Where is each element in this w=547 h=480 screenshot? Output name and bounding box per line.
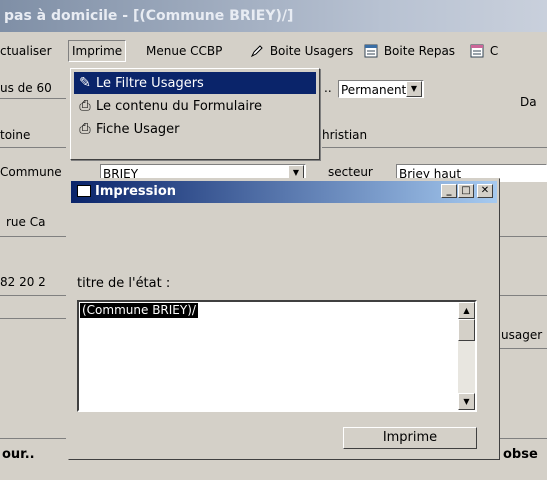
menu-imprime[interactable]: Imprime [68, 40, 127, 62]
imprime-button[interactable]: Imprime [343, 427, 477, 449]
scroll-thumb[interactable] [458, 319, 475, 341]
minimize-button[interactable]: _ [441, 184, 457, 198]
scroll-down-icon[interactable]: ▼ [458, 393, 475, 410]
selected-text: (Commune BRIEY)/ [80, 303, 198, 318]
field-adresse: rue Ca [6, 215, 46, 229]
window-title-bar: pas à domicile - [(Commune BRIEY)/] [0, 0, 547, 32]
list-icon [364, 44, 378, 58]
divider [0, 318, 66, 319]
menu-item-contenu-formulaire[interactable]: ⎙ Le contenu du Formulaire [74, 95, 316, 117]
menu-boite-repas[interactable]: Boite Repas [364, 41, 455, 61]
bottom-right-label: obse [503, 447, 538, 462]
vertical-scrollbar[interactable]: ▲ ▼ [458, 302, 475, 410]
menu-actualiser[interactable]: ctualiser [0, 41, 52, 61]
chevron-down-icon[interactable]: ▼ [406, 81, 422, 97]
divider [500, 438, 547, 439]
divider [0, 98, 66, 99]
close-button[interactable]: ✕ [477, 184, 493, 198]
window-title: pas à domicile - [(Commune BRIEY)/] [4, 8, 294, 24]
impression-dialog: Impression _ □ ✕ titre de l'état : (Comm… [68, 178, 500, 460]
field-date-label: Da [520, 95, 537, 109]
titre-etat-label: titre de l'état : [77, 276, 171, 291]
divider [0, 295, 66, 296]
printer-icon: ⎙ [79, 121, 91, 137]
divider [500, 236, 547, 237]
divider [0, 438, 66, 439]
menu-boite-usagers[interactable]: Boite Usagers [250, 41, 353, 61]
divider [0, 236, 66, 237]
list-icon [470, 44, 484, 58]
menu-item-fiche-usager[interactable]: ⎙ Fiche Usager [74, 118, 316, 140]
pen-icon [250, 45, 263, 58]
maximize-button[interactable]: □ [458, 184, 474, 198]
field-dots: .. [324, 81, 332, 95]
field-telephone: 82 20 2 [0, 275, 46, 289]
pen-icon: ✎ [79, 75, 91, 91]
menu-item-filtre-usagers[interactable]: ✎ Le Filtre Usagers [74, 72, 316, 94]
divider [500, 295, 547, 296]
titre-etat-textarea[interactable]: (Commune BRIEY)/ ▲ ▼ [77, 300, 477, 412]
menu-bar: ctualiser Imprime Menue CCBP Boite Usage… [0, 33, 547, 67]
field-nom: hristian [322, 128, 368, 142]
field-prenom: toine [0, 128, 31, 142]
commune-label: Commune [0, 165, 62, 179]
menu-ccbp[interactable]: Menue CCBP [146, 41, 222, 61]
divider [500, 348, 547, 349]
dialog-title-bar[interactable]: Impression _ □ ✕ [71, 181, 497, 203]
divider [0, 147, 66, 148]
printer-icon: ⎙ [79, 98, 91, 114]
field-age-label: us de 60 [0, 81, 52, 95]
bottom-left-label: our.. [2, 447, 35, 462]
dialog-title: Impression [95, 184, 177, 199]
menu-c[interactable]: C [470, 41, 498, 61]
form-icon [77, 185, 91, 197]
field-usager: usager [501, 328, 543, 342]
imprime-dropdown-menu: ✎ Le Filtre Usagers ⎙ Le contenu du Formul… [70, 68, 320, 160]
scroll-up-icon[interactable]: ▲ [458, 302, 475, 319]
divider [322, 147, 547, 148]
